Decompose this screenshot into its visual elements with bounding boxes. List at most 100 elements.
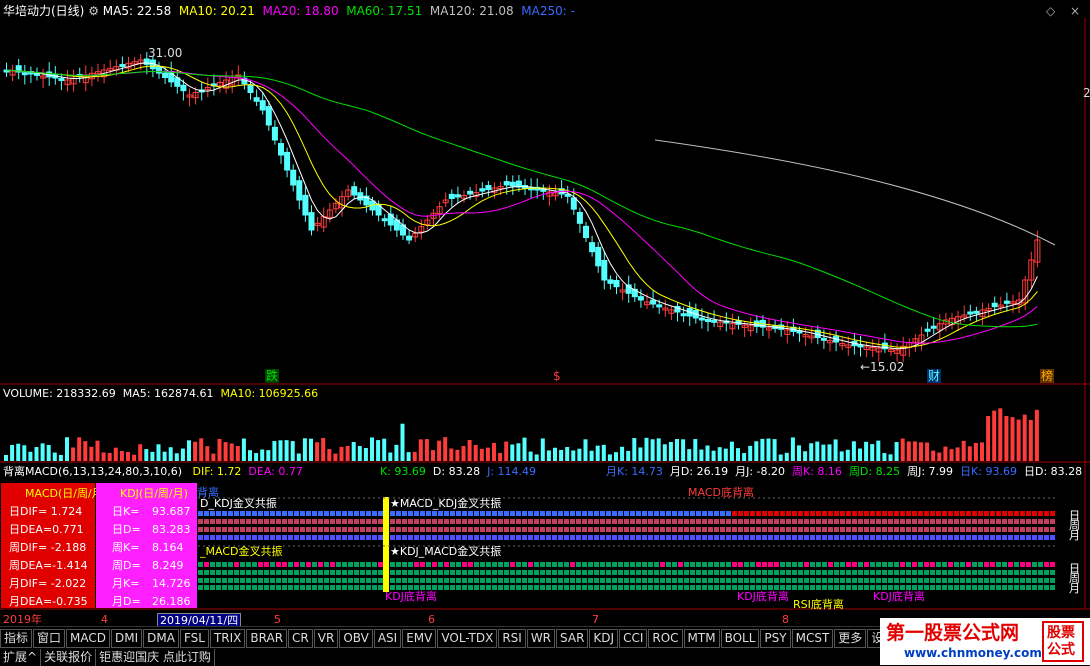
signal-cell — [558, 578, 563, 583]
signal-cell — [426, 535, 431, 540]
signal-cell — [420, 519, 425, 524]
signal-cell — [912, 535, 917, 540]
volume-bar — [534, 454, 539, 461]
signal-cell — [312, 511, 317, 516]
signal-cell — [426, 519, 431, 524]
signal-cell — [858, 570, 863, 575]
signal-cell — [264, 578, 269, 583]
signal-cell — [756, 527, 761, 532]
volume-bar — [559, 449, 564, 461]
signal-cell — [540, 585, 545, 590]
marker-cai[interactable]: 财 — [927, 369, 942, 383]
related-quotes-button[interactable]: 关联报价 — [41, 649, 97, 666]
volume-bar — [967, 446, 972, 461]
kdj-box-value: 8.249 — [152, 559, 184, 572]
volume-bar — [906, 441, 911, 461]
signal-cell — [870, 519, 875, 524]
expand-icon[interactable]: ◇ — [1046, 4, 1055, 18]
signal-cell — [714, 570, 719, 575]
signal-cell — [1026, 578, 1031, 583]
signal-cell — [204, 570, 209, 575]
signal-cell — [810, 527, 815, 532]
signal-cell — [336, 511, 341, 516]
signal-cell — [942, 519, 947, 524]
signal-cell — [444, 511, 449, 516]
signal-cell — [828, 585, 833, 590]
signal-cell — [564, 578, 569, 583]
signal-cell — [918, 578, 923, 583]
signal-cell — [792, 585, 797, 590]
signal-cell — [270, 562, 275, 567]
price-candle — [698, 317, 705, 321]
volume-bar — [16, 443, 21, 461]
signal-cell — [948, 578, 953, 583]
signal-cell — [846, 562, 851, 567]
volume-bar — [607, 454, 612, 461]
signal-cell — [792, 511, 797, 516]
promo-link[interactable]: 钜惠迎国庆 点此订购 — [96, 649, 215, 666]
signal-cell — [744, 519, 749, 524]
signal-cell — [276, 562, 281, 567]
signal-cell — [480, 578, 485, 583]
signal-cell — [582, 511, 587, 516]
volume-bar — [876, 440, 881, 461]
signal-cell — [984, 585, 989, 590]
signal-cell — [534, 562, 539, 567]
signal-cell — [1050, 562, 1055, 567]
signal-cell — [924, 570, 929, 575]
marker-dollar[interactable]: $ — [553, 369, 561, 383]
signal-cell — [834, 578, 839, 583]
signal-cell — [966, 570, 971, 575]
indicator-name[interactable]: 背离MACD(6,13,13,24,80,3,10,6) — [3, 465, 182, 478]
signal-cell — [828, 535, 833, 540]
signal-cell — [306, 519, 311, 524]
settings-icon[interactable]: ⚙ — [88, 4, 99, 18]
signal-cell — [354, 519, 359, 524]
signal-cell — [1044, 562, 1049, 567]
marker-die[interactable]: 跌 — [265, 369, 280, 383]
volume-bar — [882, 453, 887, 461]
signal-cell — [276, 585, 281, 590]
signal-cell — [294, 511, 299, 516]
signal-cell — [438, 535, 443, 540]
signal-cell — [486, 511, 491, 516]
signal-cell — [822, 585, 827, 590]
signal-cell — [486, 578, 491, 583]
signal-cell — [684, 519, 689, 524]
signal-cell — [342, 535, 347, 540]
signal-cell — [456, 570, 461, 575]
close-icon[interactable]: × — [1070, 4, 1080, 18]
signal-cell — [642, 511, 647, 516]
volume-bar — [290, 441, 295, 461]
signal-cell — [546, 585, 551, 590]
volume-bar — [65, 437, 69, 461]
volume-bar — [760, 438, 765, 461]
signal-cell — [336, 570, 341, 575]
signal-cell — [228, 519, 233, 524]
volume-bar — [742, 453, 747, 461]
marker-bang[interactable]: 榜 — [1040, 369, 1055, 383]
signal-cell — [828, 527, 833, 532]
signal-cell — [918, 562, 923, 567]
volume-bar — [461, 446, 466, 461]
signal-cell — [654, 578, 659, 583]
volume-bar — [632, 438, 637, 461]
volume-bar — [126, 451, 130, 461]
signal-cell — [336, 535, 341, 540]
signal-cell — [798, 511, 803, 516]
signal-cell — [702, 511, 707, 516]
signal-cell — [1014, 585, 1019, 590]
ma20-line — [6, 69, 1038, 344]
signal-cell — [810, 519, 815, 524]
signal-cell — [954, 562, 959, 567]
signal-cell — [948, 585, 953, 590]
volume-bar — [467, 439, 472, 461]
expand-button[interactable]: 扩展^ — [0, 649, 42, 666]
volume-bar — [784, 452, 789, 461]
signal-cell — [810, 535, 815, 540]
volume-bar — [132, 454, 137, 461]
signal-cell — [816, 535, 821, 540]
signal-cell — [576, 585, 581, 590]
signal-cell — [846, 527, 851, 532]
signal-cell — [330, 511, 335, 516]
